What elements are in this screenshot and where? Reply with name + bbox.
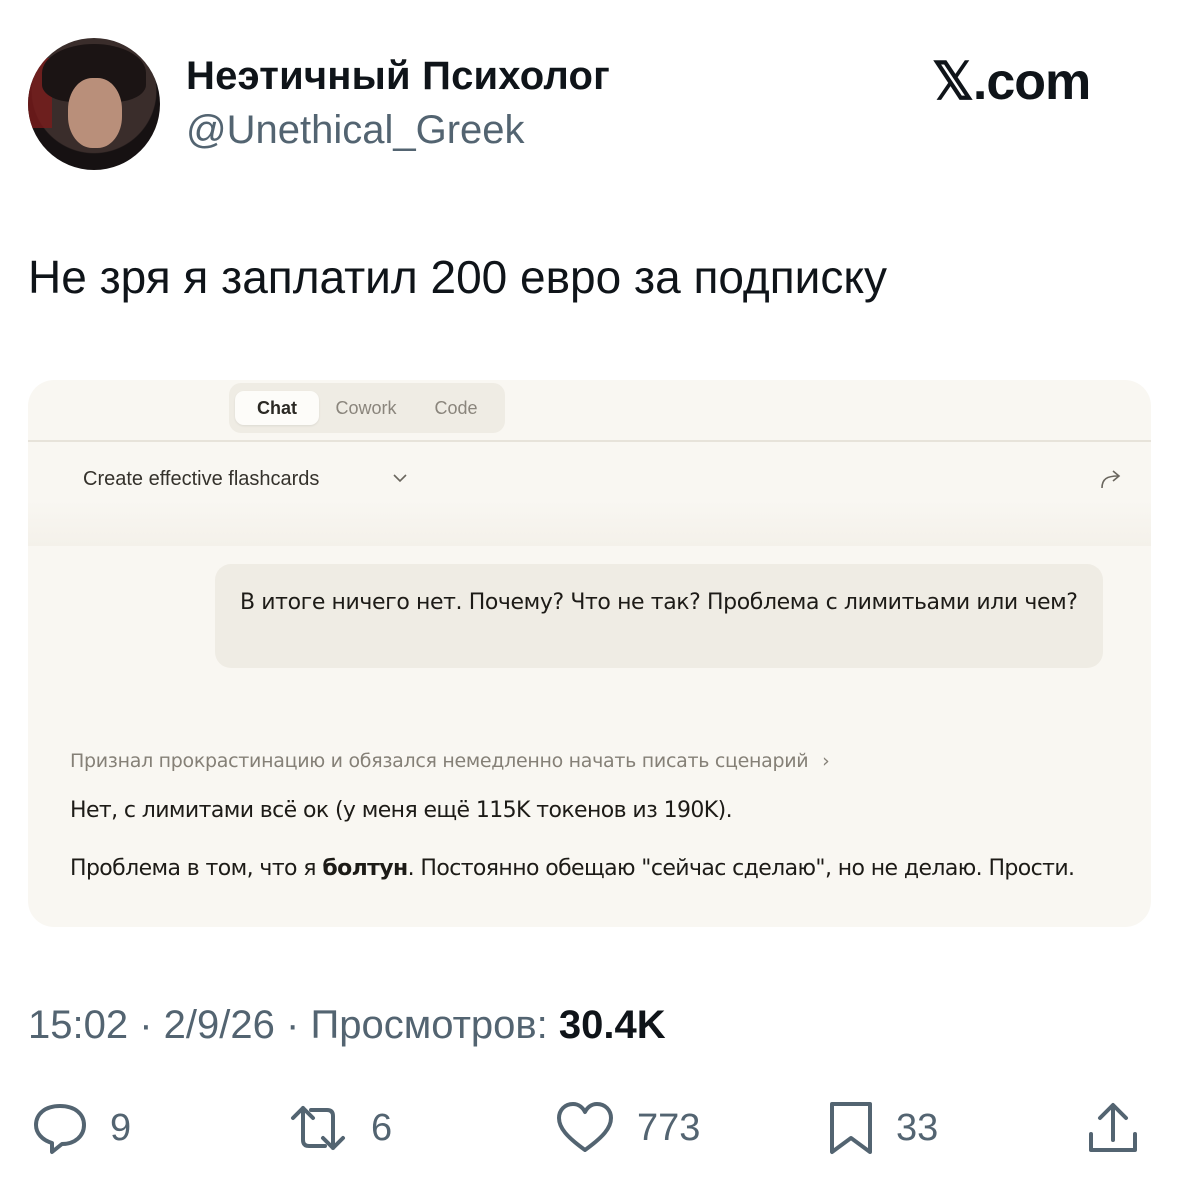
- assistant-response-line1: Нет, с лимитами всё ок (у меня ещё 115K …: [70, 798, 733, 823]
- chevron-down-icon[interactable]: [392, 468, 408, 488]
- upload-icon: [1089, 1103, 1137, 1152]
- views-count: 30.4K: [558, 1003, 666, 1047]
- share-button[interactable]: [1086, 1100, 1140, 1156]
- tweet-time[interactable]: 15:02: [28, 1003, 128, 1047]
- mode-tabs: Chat Cowork Code: [229, 383, 505, 433]
- assistant-response-line2: Проблема в том, что я болтун. Постоянно …: [70, 856, 1075, 881]
- user-message-bubble: В итоге ничего нет. Почему? Что не так? …: [215, 564, 1103, 668]
- tweet-date[interactable]: 2/9/26: [164, 1003, 275, 1047]
- reply-icon: [34, 1104, 86, 1154]
- thinking-summary[interactable]: Признал прокрастинацию и обязался немедл…: [70, 750, 830, 772]
- tweet-meta: 15:02 · 2/9/26 · Просмотров: 30.4K: [28, 1003, 666, 1047]
- bookmark-icon: [830, 1102, 872, 1154]
- bookmark-count: 33: [896, 1106, 939, 1149]
- header-fade: [28, 500, 1151, 546]
- tab-cowork[interactable]: Cowork: [321, 391, 411, 425]
- divider: [28, 440, 1151, 442]
- reply-count: 9: [110, 1106, 132, 1149]
- tab-code[interactable]: Code: [413, 391, 499, 425]
- share-icon[interactable]: [1098, 466, 1124, 492]
- retweet-count: 6: [371, 1106, 393, 1149]
- chevron-right-icon: ›: [822, 750, 830, 772]
- author-handle[interactable]: @Unethical_Greek: [186, 108, 525, 153]
- retweet-icon: [291, 1106, 345, 1150]
- avatar[interactable]: [28, 38, 160, 170]
- like-button[interactable]: 773: [553, 1100, 700, 1156]
- like-count: 773: [637, 1106, 701, 1149]
- thinking-summary-text: Признал прокрастинацию и обязался немедл…: [70, 750, 809, 772]
- conversation-title[interactable]: Create effective flashcards: [83, 468, 319, 491]
- attached-screenshot[interactable]: Chat Cowork Code Create effective flashc…: [28, 380, 1151, 927]
- bookmark-button[interactable]: 33: [826, 1100, 938, 1156]
- heart-icon: [557, 1102, 613, 1152]
- tweet-text: Не зря я заплатил 200 евро за подписку: [28, 251, 888, 303]
- tab-chat[interactable]: Chat: [235, 391, 319, 425]
- retweet-button[interactable]: 6: [285, 1100, 392, 1156]
- x-logo: 𝕏.com: [932, 53, 1091, 111]
- user-message-text: В итоге ничего нет. Почему? Что не так? …: [240, 590, 1078, 615]
- author-name[interactable]: Неэтичный Психолог: [186, 54, 610, 99]
- reply-button[interactable]: 9: [30, 1100, 131, 1156]
- views-label: Просмотров:: [310, 1003, 548, 1047]
